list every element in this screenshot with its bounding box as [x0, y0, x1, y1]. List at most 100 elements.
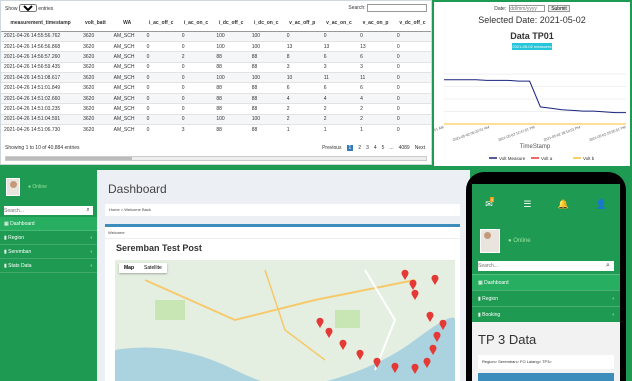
table-search: Search:: [348, 4, 427, 12]
table-cell: 0: [143, 113, 179, 125]
legend-label: Volt a: [541, 156, 553, 161]
next-page-button[interactable]: Next: [415, 145, 425, 151]
table-cell: 3620: [80, 113, 111, 125]
table-cell: 13: [357, 40, 394, 52]
table-cell: 6: [320, 51, 358, 63]
table-cell: 13: [320, 40, 358, 52]
page-button[interactable]: 3: [366, 145, 369, 151]
table-cell: 3620: [80, 51, 111, 63]
tasks-icon[interactable]: ☰: [523, 199, 531, 210]
search-icon[interactable]: ⌕: [83, 206, 93, 215]
table-cell: 13: [283, 40, 321, 52]
table-cell: 11: [357, 72, 394, 83]
table-cell: 0: [178, 30, 214, 42]
column-header[interactable]: v_ac_off_p: [283, 15, 321, 32]
table-cell: 2: [357, 103, 394, 115]
table-info: Showing 1 to 10 of 40,884 entries: [5, 145, 80, 151]
table-cell: 100: [248, 72, 284, 83]
page-button[interactable]: ...: [389, 145, 393, 151]
phone-search-input[interactable]: [478, 261, 602, 271]
table-footer: Showing 1 to 10 of 40,884 entries Previo…: [1, 142, 431, 164]
map-pin-icon[interactable]: [325, 327, 333, 338]
table-row: 2021-04-26 14:51:06.730 3620 AM_SCH 0 3 88 88 1…: [1, 123, 431, 135]
column-header[interactable]: v_ac_on_p: [357, 15, 394, 32]
table-cell: 2021-04-26 14:51:03.235: [1, 103, 81, 115]
column-header[interactable]: measurement_timestamp: [1, 15, 81, 32]
table-cell: 2021-04-26 14:51:06.730: [1, 123, 81, 135]
map-view[interactable]: Map Satellite: [115, 260, 455, 381]
sidebar-search-input[interactable]: [4, 206, 83, 215]
table-search-input[interactable]: [367, 4, 427, 12]
table-cell: 0: [143, 40, 179, 52]
table-cell: 4: [320, 92, 358, 104]
sidebar-item-region[interactable]: ▮ Region ‹: [0, 231, 97, 245]
page-button[interactable]: 5: [382, 145, 385, 151]
map-pin-icon[interactable]: [411, 289, 419, 300]
phone-topbar: ✉4 ☰ 🔔 👤: [472, 184, 620, 224]
table-cell: 88: [248, 82, 284, 94]
map-pin-icon[interactable]: [339, 339, 347, 350]
table-cell: 0: [178, 92, 214, 104]
table-cell: 0: [143, 92, 179, 104]
map-pin-icon[interactable]: [426, 311, 434, 322]
map-canvas: [115, 269, 455, 381]
table-cell: 100: [213, 30, 249, 42]
user-icon[interactable]: 👤: [596, 199, 607, 210]
horizontal-scrollbar[interactable]: [5, 156, 427, 161]
column-header[interactable]: i_ac_off_c: [143, 15, 179, 32]
bell-icon[interactable]: 🔔: [558, 199, 569, 210]
sidebar-item-seremban[interactable]: ▮ Seremban ‹: [0, 245, 97, 259]
table-row: 2021-04-26 14:51:01.849 3620 AM_SCH 0 0 88 88 6…: [1, 82, 431, 94]
table-cell: 0: [143, 30, 179, 42]
phone-item-region[interactable]: ▮ Region ‹: [472, 290, 620, 306]
map-pin-icon[interactable]: [401, 269, 409, 280]
table-cell: AM_SCH: [110, 123, 144, 135]
sidebar-item-stats[interactable]: ▮ Stats Data ‹: [0, 259, 97, 273]
table-cell: 88: [213, 82, 249, 94]
table-cell: 88: [248, 92, 284, 104]
column-header[interactable]: i_ac_on_c: [178, 15, 214, 32]
dashboard-icon: ▦: [4, 221, 9, 227]
page-button[interactable]: 4: [374, 145, 377, 151]
search-icon[interactable]: ⌕: [602, 261, 614, 271]
submit-button[interactable]: Submit: [548, 5, 570, 12]
collage: Show 10 entries Search: measurement_time…: [0, 0, 632, 381]
sidebar-item-dashboard[interactable]: ▦ Dashboard: [0, 217, 97, 231]
column-header[interactable]: v_ac_on_c: [320, 15, 358, 32]
table-cell: 0: [143, 103, 179, 115]
table-cell: 2: [283, 113, 321, 125]
chevron-icon: ‹: [612, 312, 614, 318]
page-button[interactable]: 2: [358, 145, 361, 151]
map-pin-icon[interactable]: [431, 274, 439, 285]
phone-page-title: TP 3 Data: [478, 332, 537, 347]
map-pin-icon[interactable]: [409, 279, 417, 290]
tab-satellite[interactable]: Satellite: [139, 263, 167, 273]
column-header[interactable]: WA: [110, 15, 144, 32]
column-header[interactable]: volt_batt: [80, 15, 111, 32]
x-tick-label: 2021-05-02 06:22:51 AM: [452, 125, 490, 142]
user-panel: ● Online: [0, 170, 97, 204]
mail-icon[interactable]: ✉4: [485, 196, 497, 210]
page-button[interactable]: 1: [346, 145, 354, 151]
phone-item-booking[interactable]: ▮ Booking ‹: [472, 306, 620, 322]
phone-sidebar: ● Online ⌕ ▦ Dashboard ▮ Region‹ ▮ Booki…: [472, 224, 620, 322]
tab-map[interactable]: Map: [119, 263, 139, 273]
data-table-panel: Show 10 entries Search: measurement_time…: [0, 0, 432, 165]
page-button[interactable]: 4089: [399, 145, 410, 151]
phone-item-dashboard[interactable]: ▦ Dashboard: [472, 274, 620, 290]
table-cell: AM_SCH: [110, 103, 144, 115]
table-cell: 0: [393, 72, 431, 83]
phone-content: TP 3 Data Region> Seremban> FO Lalang> T…: [472, 322, 620, 381]
map-pin-icon[interactable]: [316, 317, 324, 328]
prev-page-button[interactable]: Previous: [322, 145, 341, 151]
column-header[interactable]: i_dc_on_c: [248, 15, 284, 32]
column-header[interactable]: v_dc_off_c: [393, 15, 431, 32]
date-input[interactable]: [509, 5, 546, 12]
map-pin-icon[interactable]: [356, 349, 364, 360]
pagination: Previous 1 2 3 4 5... 4089 Next: [322, 145, 425, 151]
entries-select[interactable]: 10: [18, 4, 37, 12]
line-chart: 2021-05-02 00:51:51 AM 2021-05-02 06:22:5…: [434, 73, 626, 161]
table-cell: 3620: [80, 82, 111, 94]
column-header[interactable]: i_dc_off_c: [213, 15, 249, 32]
table-cell: 0: [143, 51, 179, 63]
